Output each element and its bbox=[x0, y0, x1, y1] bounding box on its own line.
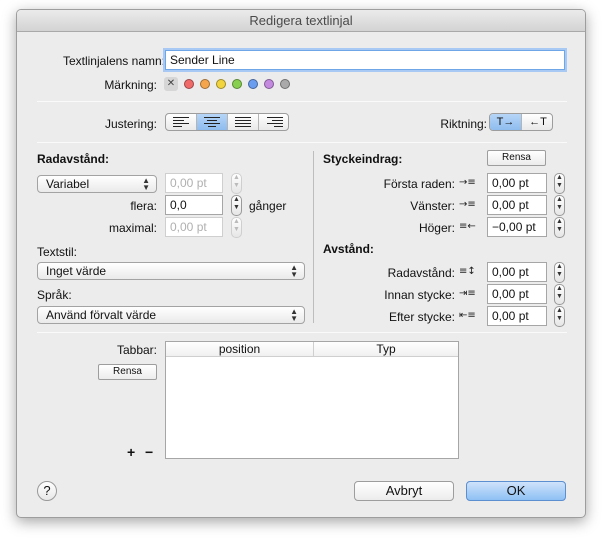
divider-middle bbox=[37, 142, 567, 143]
maximal-field[interactable]: 0,00 pt bbox=[165, 217, 223, 237]
maximal-label: maximal: bbox=[108, 221, 157, 235]
left-indent-field[interactable]: 0,00 pt bbox=[487, 195, 547, 215]
first-line-field[interactable]: 0,00 pt bbox=[487, 173, 547, 193]
align-justify-button[interactable] bbox=[228, 114, 259, 130]
text-style-label: Textstil: bbox=[37, 245, 78, 259]
spacing-line-stepper[interactable]: ▲ ▼ bbox=[554, 262, 565, 283]
line-spacing-icon: ≡↕ bbox=[459, 266, 476, 277]
clear-mark-icon[interactable]: ✕ bbox=[164, 77, 178, 91]
line-spacing-mode-value: Variabel bbox=[46, 177, 90, 191]
direction-ltr-button[interactable]: T→ bbox=[490, 114, 522, 130]
add-tab-button[interactable]: + bbox=[127, 444, 135, 460]
align-left-button[interactable] bbox=[166, 114, 197, 130]
edit-ruler-dialog: Redigera textlinjal Textlinjalens namn: … bbox=[16, 9, 586, 518]
color-mark-dot[interactable] bbox=[264, 79, 274, 89]
align-center-icon bbox=[204, 117, 220, 127]
before-paragraph-stepper[interactable]: ▲ ▼ bbox=[554, 284, 565, 305]
color-mark-dot[interactable] bbox=[200, 79, 210, 89]
help-button[interactable]: ? bbox=[37, 481, 57, 501]
line-spacing-stepper[interactable]: ▲ ▼ bbox=[231, 173, 242, 194]
tabs-clear-button[interactable]: Rensa bbox=[98, 364, 157, 380]
first-line-label: Första raden: bbox=[383, 177, 455, 191]
right-indent-field[interactable]: −0,00 pt bbox=[487, 217, 547, 237]
align-left-icon bbox=[173, 117, 189, 127]
ruler-name-input[interactable]: Sender Line bbox=[165, 50, 565, 70]
multiple-label: flera: bbox=[130, 199, 157, 213]
before-paragraph-icon: ⇥≡ bbox=[459, 288, 476, 299]
spacing-header: Avstånd: bbox=[323, 242, 374, 256]
marking-label: Märkning: bbox=[104, 78, 157, 92]
times-label: gånger bbox=[249, 199, 287, 213]
right-indent-label: Höger: bbox=[418, 221, 455, 235]
justify-label: Justering: bbox=[104, 117, 157, 131]
ok-button[interactable]: OK bbox=[466, 481, 566, 501]
window-title: Redigera textlinjal bbox=[17, 10, 585, 32]
spacing-line-field[interactable]: 0,00 pt bbox=[487, 262, 547, 282]
column-header-position[interactable]: position bbox=[166, 342, 314, 357]
before-paragraph-field[interactable]: 0,00 pt bbox=[487, 284, 547, 304]
column-divider bbox=[313, 151, 314, 323]
justify-segmented-control bbox=[165, 113, 289, 131]
tabs-table[interactable]: position Typ bbox=[165, 341, 459, 459]
multiple-stepper[interactable]: ▲ ▼ bbox=[231, 195, 242, 216]
after-paragraph-field[interactable]: 0,00 pt bbox=[487, 306, 547, 326]
divider-top bbox=[37, 101, 567, 102]
maximal-stepper[interactable]: ▲ ▼ bbox=[231, 217, 242, 238]
language-popup[interactable]: Använd förvalt värde ▲ ▼ bbox=[37, 306, 305, 324]
left-indent-icon: →≡ bbox=[459, 199, 476, 210]
color-mark-dot[interactable] bbox=[280, 79, 290, 89]
popup-arrows-icon: ▲ ▼ bbox=[142, 176, 150, 192]
align-right-button[interactable] bbox=[259, 114, 288, 130]
multiple-field[interactable]: 0,0 bbox=[165, 195, 223, 215]
language-value: Använd förvalt värde bbox=[46, 308, 157, 322]
spacing-line-label: Radavstånd: bbox=[387, 266, 455, 280]
line-spacing-value-field[interactable]: 0,00 pt bbox=[165, 173, 223, 193]
remove-tab-button[interactable]: − bbox=[145, 444, 153, 460]
after-paragraph-label: Efter stycke: bbox=[388, 310, 455, 324]
direction-segmented-control: T→ ←T bbox=[489, 113, 553, 131]
line-spacing-header: Radavstånd: bbox=[37, 152, 110, 166]
first-line-indent-icon: →≡ bbox=[459, 177, 476, 188]
before-paragraph-label: Innan stycke: bbox=[384, 288, 455, 302]
direction-rtl-button[interactable]: ←T bbox=[522, 114, 552, 130]
line-spacing-mode-popup[interactable]: Variabel ▲ ▼ bbox=[37, 175, 157, 193]
color-mark-dot[interactable] bbox=[184, 79, 194, 89]
popup-arrows-icon: ▲ ▼ bbox=[290, 263, 298, 279]
first-line-stepper[interactable]: ▲ ▼ bbox=[554, 173, 565, 194]
indent-header: Styckeindrag: bbox=[323, 152, 403, 166]
language-label: Språk: bbox=[37, 288, 72, 302]
left-indent-stepper[interactable]: ▲ ▼ bbox=[554, 195, 565, 216]
left-indent-label: Vänster: bbox=[410, 199, 455, 213]
popup-arrows-icon: ▲ ▼ bbox=[290, 307, 298, 323]
align-right-icon bbox=[266, 117, 283, 127]
ruler-name-label: Textlinjalens namn: bbox=[62, 54, 165, 68]
color-mark-dot[interactable] bbox=[232, 79, 242, 89]
divider-bottom bbox=[37, 332, 567, 333]
color-mark-dot[interactable] bbox=[248, 79, 258, 89]
align-justify-icon bbox=[235, 117, 251, 127]
right-indent-icon: ≡← bbox=[459, 221, 476, 232]
tabs-label: Tabbar: bbox=[116, 343, 157, 357]
cancel-button[interactable]: Avbryt bbox=[354, 481, 454, 501]
align-center-button[interactable] bbox=[197, 114, 228, 130]
indent-clear-button[interactable]: Rensa bbox=[487, 150, 546, 166]
direction-label: Riktning: bbox=[440, 117, 487, 131]
color-mark-dot[interactable] bbox=[216, 79, 226, 89]
text-style-value: Inget värde bbox=[46, 264, 107, 278]
text-style-popup[interactable]: Inget värde ▲ ▼ bbox=[37, 262, 305, 280]
column-header-type[interactable]: Typ bbox=[314, 342, 458, 357]
right-indent-stepper[interactable]: ▲ ▼ bbox=[554, 217, 565, 238]
after-paragraph-stepper[interactable]: ▲ ▼ bbox=[554, 306, 565, 327]
after-paragraph-icon: ⇤≡ bbox=[459, 310, 476, 321]
